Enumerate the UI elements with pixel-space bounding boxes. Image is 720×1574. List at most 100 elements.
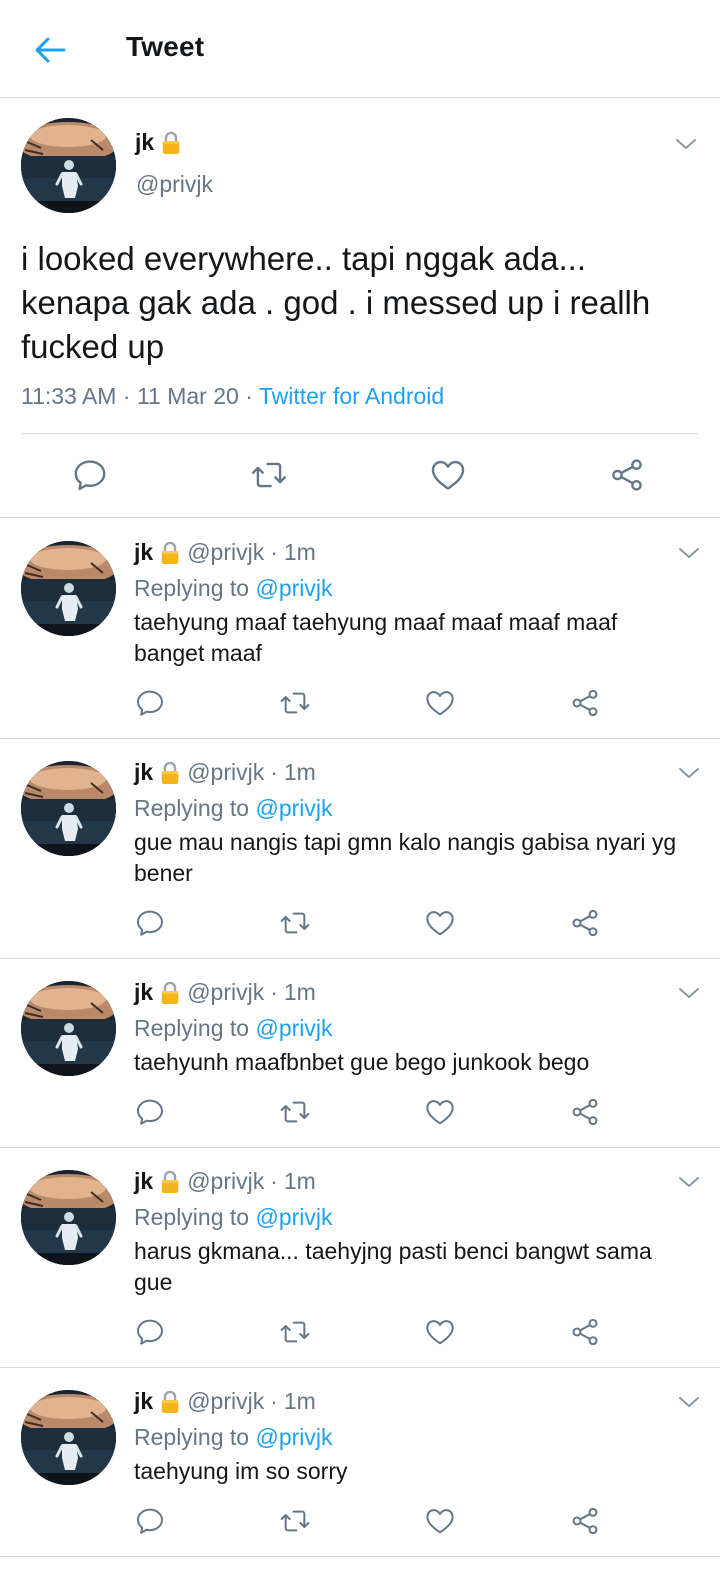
share-button[interactable] xyxy=(567,1503,603,1539)
retweet-icon xyxy=(279,907,311,939)
reply-time: 1m xyxy=(283,979,316,1005)
replying-to: Replying to @privjk xyxy=(134,795,333,822)
retweet-button[interactable] xyxy=(277,685,313,721)
avatar[interactable] xyxy=(21,118,116,213)
reply-button[interactable] xyxy=(132,1314,168,1350)
share-button[interactable] xyxy=(567,905,603,941)
main-tweet[interactable]: jk @privjk i looked everywhere.. tapi ng… xyxy=(0,99,720,518)
reply-header: jk @privjk · 1m xyxy=(134,979,316,1006)
reply-tweet[interactable]: jk @privjk · 1m Replying to @privjk haru… xyxy=(0,1148,720,1368)
replying-to-link[interactable]: @privjk xyxy=(255,1424,332,1450)
avatar[interactable] xyxy=(21,1170,116,1265)
share-button[interactable] xyxy=(607,455,647,495)
replying-to-link[interactable]: @privjk xyxy=(255,1204,332,1230)
reply-text: taehyunh maafbnbet gue bego junkook bego xyxy=(134,1049,590,1075)
replying-to-link[interactable]: @privjk xyxy=(255,795,332,821)
retweet-button[interactable] xyxy=(277,905,313,941)
share-icon xyxy=(569,1096,601,1128)
reply-tweet[interactable]: jk @privjk · 1m Replying to @privjk taeh… xyxy=(0,959,720,1148)
share-button[interactable] xyxy=(567,1094,603,1130)
reply-text: gue mau nangis tapi gmn kalo nangis gabi… xyxy=(134,829,677,886)
author-handle[interactable]: @privjk xyxy=(136,171,213,198)
avatar[interactable] xyxy=(21,761,116,856)
author-handle[interactable]: @privjk xyxy=(187,1388,264,1415)
meta-separator: · xyxy=(270,1388,278,1414)
meta-separator: · xyxy=(122,383,137,409)
lock-icon xyxy=(160,130,182,156)
retweet-icon xyxy=(250,456,288,494)
like-button[interactable] xyxy=(422,1503,458,1539)
retweet-button[interactable] xyxy=(277,1503,313,1539)
share-icon xyxy=(569,1316,601,1348)
avatar[interactable] xyxy=(21,981,116,1076)
reply-button[interactable] xyxy=(70,455,110,495)
chevron-down-icon[interactable] xyxy=(678,766,700,780)
replying-to-link[interactable]: @privjk xyxy=(255,575,332,601)
retweet-icon xyxy=(279,687,311,719)
avatar[interactable] xyxy=(21,541,116,636)
replying-to: Replying to @privjk xyxy=(134,1015,333,1042)
author-handle[interactable]: @privjk xyxy=(187,1168,264,1195)
back-arrow-icon[interactable] xyxy=(30,30,70,70)
page-title: Tweet xyxy=(126,31,205,62)
like-button[interactable] xyxy=(422,1314,458,1350)
retweet-button[interactable] xyxy=(277,1314,313,1350)
tweet-time: 11:33 AM xyxy=(21,383,117,409)
reply-button[interactable] xyxy=(132,1503,168,1539)
like-button[interactable] xyxy=(428,455,468,495)
replying-label: Replying to xyxy=(134,1424,250,1450)
meta-separator: · xyxy=(270,979,278,1005)
share-icon xyxy=(569,1505,601,1537)
tweet-meta: 11:33 AM · 11 Mar 20 · Twitter for Andro… xyxy=(21,383,444,410)
reply-button[interactable] xyxy=(132,685,168,721)
reply-header: jk @privjk · 1m xyxy=(134,1168,316,1195)
author-name[interactable]: jk xyxy=(134,539,153,566)
reply-icon xyxy=(71,456,109,494)
author-name[interactable]: jk xyxy=(134,979,153,1006)
tweet-source-link[interactable]: Twitter for Android xyxy=(259,383,444,409)
reply-text: taehyung im so sorry xyxy=(134,1458,348,1484)
avatar[interactable] xyxy=(21,1390,116,1485)
reply-header: jk @privjk · 1m xyxy=(134,1388,316,1415)
chevron-down-icon[interactable] xyxy=(678,986,700,1000)
like-icon xyxy=(429,456,467,494)
chevron-down-icon[interactable] xyxy=(678,1395,700,1409)
reply-time: 1m xyxy=(283,539,316,565)
reply-text: taehyung maaf taehyung maaf maaf maaf ma… xyxy=(134,609,618,666)
share-icon xyxy=(569,907,601,939)
author-name[interactable]: jk xyxy=(134,1388,153,1415)
replying-label: Replying to xyxy=(134,1204,250,1230)
like-icon xyxy=(424,1096,456,1128)
like-button[interactable] xyxy=(422,1094,458,1130)
retweet-button[interactable] xyxy=(249,455,289,495)
share-button[interactable] xyxy=(567,1314,603,1350)
reply-tweet[interactable]: jk @privjk · 1m Replying to @privjk gue … xyxy=(0,739,720,959)
author-handle[interactable]: @privjk xyxy=(187,979,264,1006)
author-name[interactable]: jk xyxy=(134,759,153,786)
share-icon xyxy=(569,687,601,719)
author-name[interactable]: jk xyxy=(135,129,182,156)
reply-icon xyxy=(134,1096,166,1128)
author-handle[interactable]: @privjk xyxy=(187,539,264,566)
like-button[interactable] xyxy=(422,685,458,721)
author-handle[interactable]: @privjk xyxy=(187,759,264,786)
tweet-text: i looked everywhere.. tapi nggak ada... … xyxy=(21,240,651,365)
like-button[interactable] xyxy=(422,905,458,941)
chevron-down-icon[interactable] xyxy=(675,137,697,151)
replying-to: Replying to @privjk xyxy=(134,1424,333,1451)
reply-header: jk @privjk · 1m xyxy=(134,759,316,786)
replying-to-link[interactable]: @privjk xyxy=(255,1015,332,1041)
chevron-down-icon[interactable] xyxy=(678,1175,700,1189)
lock-icon xyxy=(159,980,181,1006)
author-name[interactable]: jk xyxy=(134,1168,153,1195)
lock-icon xyxy=(159,540,181,566)
share-button[interactable] xyxy=(567,685,603,721)
reply-tweet[interactable]: jk @privjk · 1m Replying to @privjk taeh… xyxy=(0,1368,720,1557)
reply-button[interactable] xyxy=(132,905,168,941)
reply-button[interactable] xyxy=(132,1094,168,1130)
top-app-bar: Tweet xyxy=(0,0,720,98)
chevron-down-icon[interactable] xyxy=(678,546,700,560)
reply-tweet[interactable]: jk @privjk · 1m Replying to @privjk taeh… xyxy=(0,519,720,739)
retweet-button[interactable] xyxy=(277,1094,313,1130)
meta-separator: · xyxy=(270,1168,278,1194)
